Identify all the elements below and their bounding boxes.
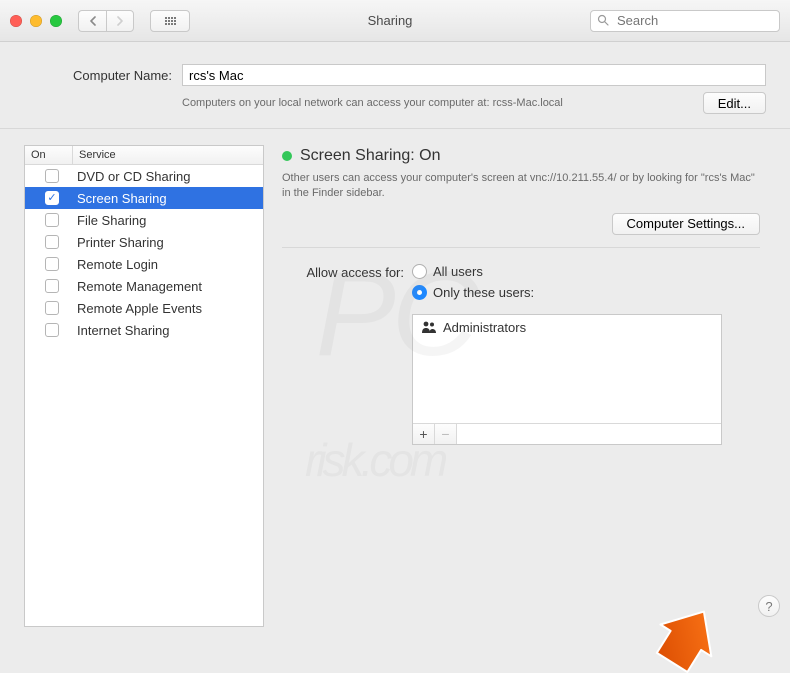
- status-row: Screen Sharing: On: [282, 145, 760, 165]
- close-window-icon[interactable]: [10, 15, 22, 27]
- users-group-icon: [421, 320, 437, 334]
- computer-name-label: Computer Name:: [24, 68, 172, 83]
- radio-only-users-label: Only these users:: [433, 285, 534, 300]
- service-checkbox[interactable]: [45, 323, 59, 337]
- forward-button[interactable]: [106, 10, 134, 32]
- service-checkbox[interactable]: ✓: [45, 191, 59, 205]
- nav-buttons: [78, 10, 134, 32]
- computer-settings-button[interactable]: Computer Settings...: [612, 213, 761, 235]
- service-label: Remote Login: [73, 257, 257, 272]
- add-user-button[interactable]: +: [413, 424, 435, 444]
- grid-icon: [165, 17, 176, 25]
- service-checkbox[interactable]: [45, 235, 59, 249]
- chevron-left-icon: [89, 16, 97, 26]
- titlebar: Sharing: [0, 0, 790, 42]
- service-label: File Sharing: [73, 213, 257, 228]
- service-label: Printer Sharing: [73, 235, 257, 250]
- list-item[interactable]: Administrators: [413, 315, 721, 340]
- table-row[interactable]: File Sharing: [25, 209, 263, 231]
- search-input[interactable]: [590, 10, 780, 32]
- col-on[interactable]: On: [25, 146, 73, 164]
- service-label: Internet Sharing: [73, 323, 257, 338]
- computer-name-input[interactable]: [182, 64, 766, 86]
- service-checkbox[interactable]: [45, 257, 59, 271]
- radio-only-users[interactable]: [412, 285, 427, 300]
- table-row[interactable]: Remote Apple Events: [25, 297, 263, 319]
- users-list[interactable]: Administrators: [413, 315, 721, 423]
- annotation-arrow-icon: [652, 601, 724, 673]
- table-row[interactable]: Remote Management: [25, 275, 263, 297]
- window-controls: [10, 15, 62, 27]
- radio-all-users-row[interactable]: All users: [412, 264, 722, 279]
- service-checkbox[interactable]: [45, 169, 59, 183]
- status-description: Other users can access your computer's s…: [282, 165, 760, 213]
- help-button[interactable]: ?: [758, 595, 780, 617]
- service-label: Remote Management: [73, 279, 257, 294]
- minimize-window-icon[interactable]: [30, 15, 42, 27]
- users-box: Administrators + −: [412, 314, 722, 445]
- window-title: Sharing: [198, 13, 582, 28]
- zoom-window-icon[interactable]: [50, 15, 62, 27]
- computer-name-sub: Computers on your local network can acce…: [182, 97, 703, 109]
- service-label: Screen Sharing: [73, 191, 257, 206]
- service-checkbox[interactable]: [45, 301, 59, 315]
- search-wrap: [590, 10, 780, 32]
- radio-only-users-row[interactable]: Only these users:: [412, 285, 722, 300]
- service-label: DVD or CD Sharing: [73, 169, 257, 184]
- search-icon: [597, 14, 609, 29]
- user-label: Administrators: [443, 320, 526, 335]
- table-row[interactable]: ✓ Screen Sharing: [25, 187, 263, 209]
- status-label: Screen Sharing: On: [300, 147, 441, 165]
- service-checkbox[interactable]: [45, 279, 59, 293]
- back-button[interactable]: [78, 10, 106, 32]
- table-row[interactable]: Remote Login: [25, 253, 263, 275]
- table-row[interactable]: Printer Sharing: [25, 231, 263, 253]
- service-label: Remote Apple Events: [73, 301, 257, 316]
- radio-all-users-label: All users: [433, 264, 483, 279]
- chevron-right-icon: [116, 16, 124, 26]
- access-label: Allow access for:: [282, 264, 404, 280]
- divider: [282, 247, 760, 248]
- show-all-button[interactable]: [150, 10, 190, 32]
- radio-all-users[interactable]: [412, 264, 427, 279]
- col-service[interactable]: Service: [73, 146, 263, 164]
- services-table: On Service DVD or CD Sharing ✓ Screen Shar…: [24, 145, 264, 627]
- remove-user-button[interactable]: −: [435, 424, 457, 444]
- table-header: On Service: [25, 146, 263, 165]
- table-row[interactable]: Internet Sharing: [25, 319, 263, 341]
- edit-button[interactable]: Edit...: [703, 92, 766, 114]
- service-checkbox[interactable]: [45, 213, 59, 227]
- status-dot-icon: [282, 151, 292, 161]
- table-row[interactable]: DVD or CD Sharing: [25, 165, 263, 187]
